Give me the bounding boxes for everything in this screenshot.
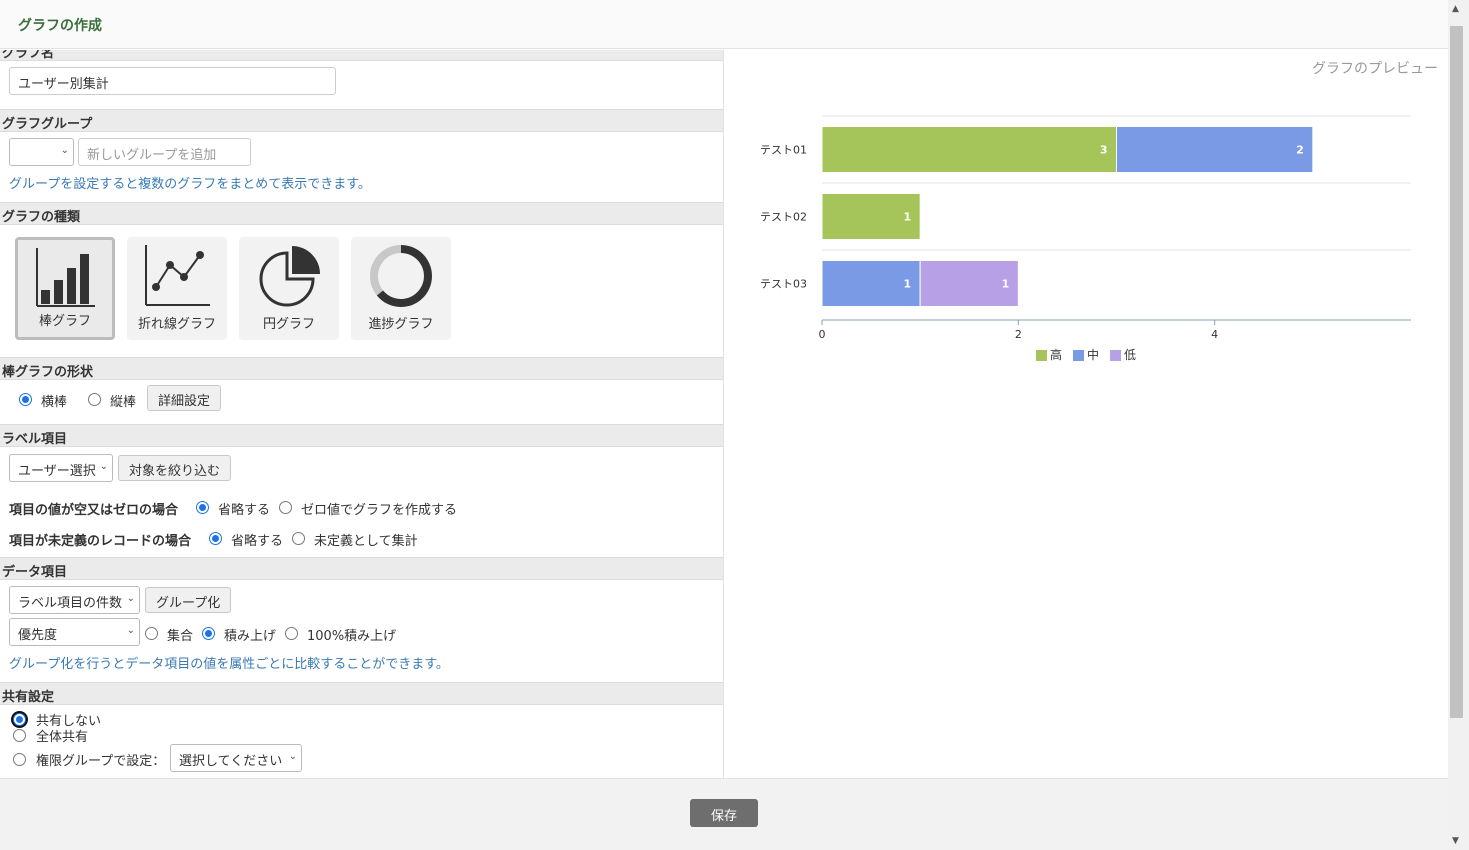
bar-shape-horizontal-radio[interactable] bbox=[19, 393, 32, 406]
graph-group-hint: グループを設定すると複数のグラフをまとめて表示できます。 bbox=[9, 177, 371, 192]
mode-percent-radio[interactable] bbox=[285, 627, 298, 640]
empty-zero-create-label: ゼロ値でグラフを作成する bbox=[301, 503, 458, 518]
preview-chart: 0 2 4 テスト01 3 2 テスト02 1 テスト03 1 1 高 中 低 bbox=[760, 115, 1411, 362]
chevron-down-icon: ⌄ bbox=[60, 145, 69, 156]
graph-type-bar[interactable]: 棒グラフ bbox=[15, 237, 115, 340]
mode-percent-label: 100%積み上げ bbox=[307, 629, 397, 644]
group-by-button[interactable]: グループ化 bbox=[145, 587, 232, 613]
data-item-heading: データ項目 bbox=[0, 557, 723, 580]
chevron-down-icon: ⌄ bbox=[126, 625, 135, 636]
group-field-select-value: 優先度 bbox=[18, 628, 58, 643]
x-tick-label: 0 bbox=[819, 328, 826, 341]
mode-stacked-radio[interactable] bbox=[202, 627, 215, 640]
data-label: 1 bbox=[904, 211, 912, 224]
line-chart-icon bbox=[145, 245, 210, 306]
empty-zero-create-radio[interactable] bbox=[279, 501, 292, 514]
graph-type-heading: グラフの種類 bbox=[0, 202, 723, 225]
dialog-header: グラフの作成 bbox=[0, 0, 1448, 49]
legend-swatch bbox=[1073, 350, 1084, 361]
data-label: 1 bbox=[904, 278, 912, 291]
progress-chart-icon bbox=[370, 245, 432, 307]
chevron-down-icon: ⌄ bbox=[99, 461, 108, 472]
category-label: テスト02 bbox=[760, 211, 807, 224]
bar-shape-vertical-radio[interactable] bbox=[88, 393, 101, 406]
label-item-select[interactable]: ユーザー選択 ⌄ bbox=[9, 454, 113, 482]
detail-settings-button[interactable]: 詳細設定 bbox=[147, 385, 222, 411]
data-item-select-value: ラベル項目の件数 bbox=[18, 596, 123, 611]
x-tick-label: 2 bbox=[1015, 328, 1022, 341]
empty-zero-label: 項目の値が空又はゼロの場合 bbox=[9, 503, 179, 518]
x-tick-label: 4 bbox=[1211, 328, 1218, 341]
share-all-label: 全体共有 bbox=[36, 730, 89, 745]
new-group-placeholder: 新しいグループを追加 bbox=[87, 148, 217, 163]
scroll-thumb[interactable] bbox=[1450, 26, 1463, 718]
legend-label: 中 bbox=[1087, 347, 1099, 362]
group-field-select[interactable]: 優先度 ⌄ bbox=[9, 618, 140, 646]
graph-type-pie[interactable]: 円グラフ bbox=[239, 237, 339, 340]
legend-swatch bbox=[1036, 350, 1047, 361]
mode-stacked-label: 積み上げ bbox=[224, 629, 277, 644]
permission-group-select-value: 選択してください bbox=[179, 754, 283, 769]
bar-segment bbox=[1116, 126, 1314, 173]
graph-type-progress-label: 進捗グラフ bbox=[368, 317, 434, 332]
chevron-down-icon: ⌄ bbox=[126, 593, 135, 604]
bar-chart-icon bbox=[36, 248, 95, 307]
dialog-title: グラフの作成 bbox=[18, 18, 102, 34]
data-label: 3 bbox=[1100, 144, 1108, 157]
empty-zero-omit-radio[interactable] bbox=[196, 501, 209, 514]
undefined-record-label: 項目が未定義のレコードの場合 bbox=[9, 534, 192, 549]
graph-type-progress[interactable]: 進捗グラフ bbox=[351, 237, 451, 340]
graph-group-heading: グラフグループ bbox=[0, 109, 723, 132]
bar-shape-vertical-label: 縦棒 bbox=[110, 395, 137, 410]
undefined-record-omit-radio[interactable] bbox=[209, 532, 222, 545]
bar-shape-horizontal-label: 横棒 bbox=[41, 395, 68, 410]
save-button[interactable]: 保存 bbox=[690, 799, 758, 827]
new-group-input[interactable]: 新しいグループを追加 bbox=[78, 138, 251, 166]
filter-target-button[interactable]: 対象を絞り込む bbox=[118, 455, 232, 481]
chevron-down-icon: ⌄ bbox=[288, 751, 297, 762]
settings-panel: グラフ名 ユーザー別集計 グラフグループ ⌄ 新しいグループを追加 グループを設… bbox=[0, 50, 724, 778]
graph-type-line[interactable]: 折れ線グラフ bbox=[127, 237, 227, 340]
permission-group-select[interactable]: 選択してください ⌄ bbox=[170, 744, 302, 772]
graph-group-select[interactable]: ⌄ bbox=[9, 138, 74, 166]
data-item-hint: グループ化を行うとデータ項目の値を属性ごとに比較することができます。 bbox=[9, 657, 449, 672]
data-item-select[interactable]: ラベル項目の件数 ⌄ bbox=[9, 586, 140, 614]
label-item-select-value: ユーザー選択 bbox=[18, 464, 96, 479]
graph-type-line-label: 折れ線グラフ bbox=[137, 317, 216, 332]
scroll-up-arrow-icon[interactable]: ▲ bbox=[1452, 4, 1459, 14]
bar-segment bbox=[821, 126, 1117, 173]
graph-name-input[interactable]: ユーザー別集計 bbox=[9, 67, 336, 95]
data-label: 2 bbox=[1296, 144, 1304, 157]
dialog-footer: 保存 bbox=[0, 778, 1448, 850]
share-permission-label: 権限グループで設定： bbox=[36, 754, 166, 769]
mode-cluster-radio[interactable] bbox=[145, 627, 158, 640]
legend-swatch bbox=[1110, 350, 1121, 361]
label-item-heading: ラベル項目 bbox=[0, 424, 723, 447]
scrollbar[interactable]: ▲ ▼ bbox=[1448, 0, 1469, 850]
graph-name-heading: グラフ名 bbox=[0, 50, 723, 61]
graph-type-pie-label: 円グラフ bbox=[262, 317, 315, 332]
empty-zero-omit-label: 省略する bbox=[218, 503, 271, 518]
preview-panel: グラフのプレビュー 0 2 4 テスト01 3 2 テスト02 1 テスト03 1 1 高中低 bbox=[725, 50, 1448, 778]
bar-shape-heading: 棒グラフの形状 bbox=[0, 357, 723, 380]
graph-type-bar-label: 棒グラフ bbox=[38, 314, 91, 329]
undefined-record-omit-label: 省略する bbox=[231, 534, 284, 549]
share-heading: 共有設定 bbox=[0, 682, 723, 705]
legend-label: 高 bbox=[1050, 347, 1062, 362]
category-label: テスト01 bbox=[760, 144, 807, 157]
share-all-radio[interactable] bbox=[13, 729, 26, 742]
legend-label: 低 bbox=[1124, 348, 1136, 362]
undefined-record-aggregate-label: 未定義として集計 bbox=[314, 534, 418, 549]
pie-chart-icon bbox=[259, 246, 320, 307]
mode-cluster-label: 集合 bbox=[167, 629, 194, 644]
data-label: 1 bbox=[1002, 278, 1010, 291]
scroll-down-arrow-icon[interactable]: ▼ bbox=[1452, 836, 1459, 846]
share-none-radio[interactable] bbox=[13, 713, 26, 726]
undefined-record-aggregate-radio[interactable] bbox=[292, 532, 305, 545]
category-label: テスト03 bbox=[760, 278, 807, 291]
share-permission-radio[interactable] bbox=[13, 753, 26, 766]
